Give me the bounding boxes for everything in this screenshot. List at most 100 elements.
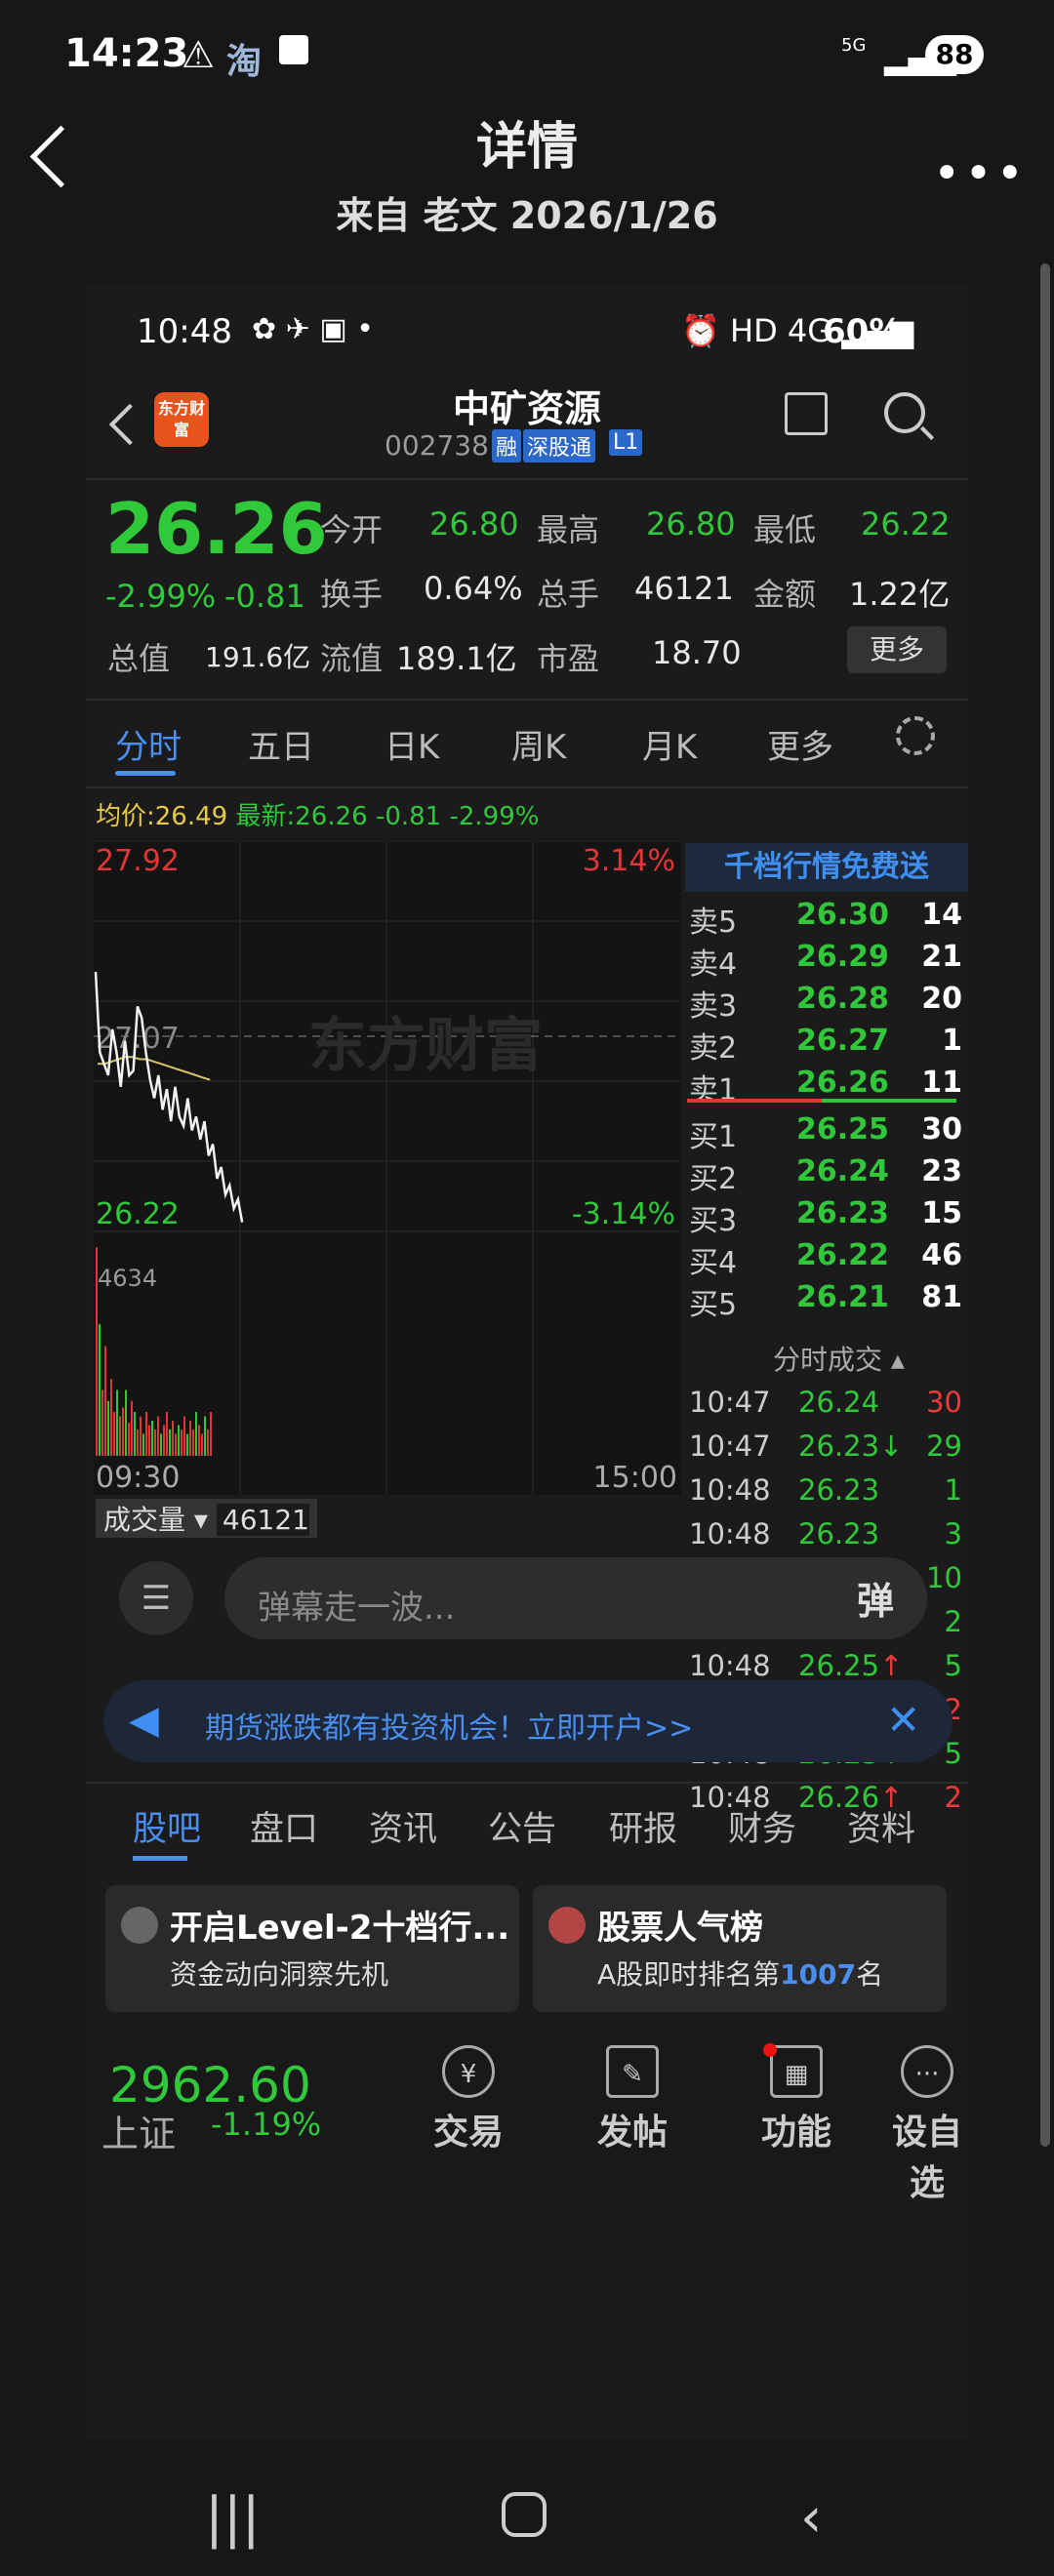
nav-post[interactable]: ✎ 发帖 (574, 2045, 691, 2154)
volume-bar (172, 1421, 174, 1456)
margin-tag: 融 (492, 429, 522, 463)
nav-watchlist[interactable]: ··· 设自选 (888, 2045, 966, 2205)
recent-apps-icon[interactable]: ||| (205, 2486, 261, 2550)
volume-bar (151, 1421, 153, 1456)
volume-bar (142, 1433, 144, 1456)
level2-card-sub: 资金动向洞察先机 (170, 1958, 389, 1991)
volume-bar (160, 1433, 162, 1456)
home-icon[interactable] (502, 2492, 547, 2537)
shopping-bag-icon (279, 35, 308, 64)
volume-bar (134, 1412, 136, 1456)
high-label: 最高 (537, 511, 600, 548)
float-value: 189.1亿 (396, 640, 517, 677)
volume-bar (137, 1429, 139, 1456)
notification-dot (763, 2043, 777, 2057)
tab-finance[interactable]: 财务 (728, 1801, 796, 1851)
tick-row: 10:47 26.24 30 (689, 1386, 962, 1419)
volume-bar (116, 1389, 118, 1456)
shared-screenshot: 10:48 ✿ ✈ ▣ • ⏰ HD 4G ▂▄▆ 60% 东方财富 中矿资源 … (86, 283, 968, 2439)
change-pct: -2.99% (105, 578, 217, 615)
level2-card-title: 开启Level-2十档行... (170, 1909, 510, 1948)
volume-bar (157, 1416, 159, 1456)
tab-news[interactable]: 资讯 (369, 1801, 437, 1851)
y-mid-label: 27.07 (96, 1022, 180, 1056)
volume-value: 46121 (634, 570, 734, 607)
stock-code: 002738 (385, 429, 489, 462)
nav-function[interactable]: ▦ 功能 (738, 2045, 855, 2154)
tab-monthly-k[interactable]: 月K (642, 720, 697, 768)
page-title: 详情 (475, 118, 578, 177)
mktcap-label: 总值 (107, 640, 171, 677)
volume-bar (175, 1433, 177, 1456)
level-tag: L1 (609, 429, 643, 456)
volume-bar (204, 1416, 206, 1456)
popularity-card[interactable]: 股票人气榜 A股即时排名第1007名 (533, 1885, 947, 2012)
y-top-pct: 3.14% (583, 844, 675, 878)
system-back-icon[interactable]: ‹ (800, 2486, 822, 2550)
volume-bar (110, 1379, 112, 1456)
volume-bar (169, 1429, 171, 1456)
pe-value: 18.70 (652, 634, 742, 671)
tick-row: 10:47 26.23↓ 29 (689, 1429, 962, 1463)
last-price: 26.26 (105, 488, 328, 570)
avg-price-line: 均价:26.49 最新:26.26 -0.81 -2.99% (96, 802, 540, 831)
status-time: 14:23 (64, 31, 189, 76)
open-value: 26.80 (429, 505, 519, 543)
tab-pankou[interactable]: 盘口 (250, 1801, 318, 1851)
volume-dropdown[interactable]: 成交量 ▾ 46121 (96, 1499, 317, 1538)
amount-label: 金额 (753, 576, 817, 613)
danmu-placeholder: 弹幕走一波... (258, 1589, 456, 1628)
ticks-header: 分时成交 ▴ (773, 1344, 905, 1376)
tab-research[interactable]: 研报 (609, 1801, 677, 1851)
volume-bar (154, 1429, 156, 1456)
more-button[interactable]: 更多 (847, 626, 947, 673)
y-bottom-label: 26.22 (96, 1197, 180, 1231)
tab-5day[interactable]: 五日 (248, 720, 314, 768)
turnover-label: 换手 (320, 576, 384, 613)
ad-text[interactable]: 期货涨跌都有投资机会！立即开户>> (205, 1704, 693, 1747)
volume-bar (198, 1425, 200, 1456)
low-value: 26.22 (861, 505, 951, 543)
comment-list-icon[interactable]: ☰ (119, 1561, 193, 1635)
volume-bar (178, 1425, 180, 1456)
search-icon[interactable] (884, 392, 925, 433)
nav-trade[interactable]: ¥ 交易 (410, 2045, 527, 2154)
yen-icon: ¥ (442, 2045, 495, 2098)
tab-guba[interactable]: 股吧 (133, 1801, 201, 1851)
tick-row: 10:48 26.23 1 (689, 1473, 962, 1507)
more-options-icon[interactable]: ••• (933, 146, 1028, 201)
danmu-button[interactable]: 弹 (857, 1571, 894, 1625)
tab-intraday[interactable]: 分时 (115, 720, 182, 768)
orderbook: 卖5 26.30 14 卖4 26.29 21 卖3 26.28 20 卖2 26.27 1 卖1 26.… (685, 892, 968, 1916)
ask-row: 卖3 26.28 20 (689, 982, 962, 1024)
volume-bar (128, 1423, 130, 1456)
tab-announce[interactable]: 公告 (488, 1801, 556, 1851)
settings-gear-icon[interactable] (896, 716, 935, 755)
volume-bar (99, 1324, 101, 1456)
rank-icon (548, 1907, 586, 1944)
tab-weekly-k[interactable]: 周K (511, 720, 566, 768)
volume-bar (183, 1416, 185, 1456)
bid-row: 买5 26.21 81 (689, 1280, 962, 1322)
volume-bar (192, 1429, 194, 1456)
orderbook-promo[interactable]: 千档行情免费送 (685, 843, 968, 892)
y-bottom-pct: -3.14% (572, 1197, 675, 1231)
inner-status-time: 10:48 (137, 312, 232, 351)
bid-row: 买1 26.25 30 (689, 1112, 962, 1154)
taobao-icon: 淘 (226, 42, 263, 82)
scrollbar[interactable] (1040, 263, 1050, 2147)
volume-bar (101, 1389, 103, 1456)
watermark-text: 东方财富 (308, 1012, 543, 1080)
tick-row: 10:48 26.23 3 (689, 1517, 962, 1550)
tab-more[interactable]: 更多 (767, 720, 833, 768)
close-icon[interactable]: ✕ (886, 1696, 920, 1744)
volume-bar (207, 1429, 209, 1456)
share-icon[interactable] (785, 392, 828, 435)
intraday-chart[interactable]: 东方财富 27.92 3.14% 27.07 26.22 -3.14% 4634… (94, 841, 681, 1495)
tab-profile[interactable]: 资料 (847, 1801, 915, 1851)
connect-tag: 深股通 (523, 429, 596, 463)
tab-daily-k[interactable]: 日K (385, 720, 439, 768)
level2-card[interactable]: 开启Level-2十档行... 资金动向洞察先机 (105, 1885, 519, 2012)
volume-max-label: 4634 (98, 1265, 157, 1292)
mktcap-value: 191.6亿 (205, 641, 311, 673)
